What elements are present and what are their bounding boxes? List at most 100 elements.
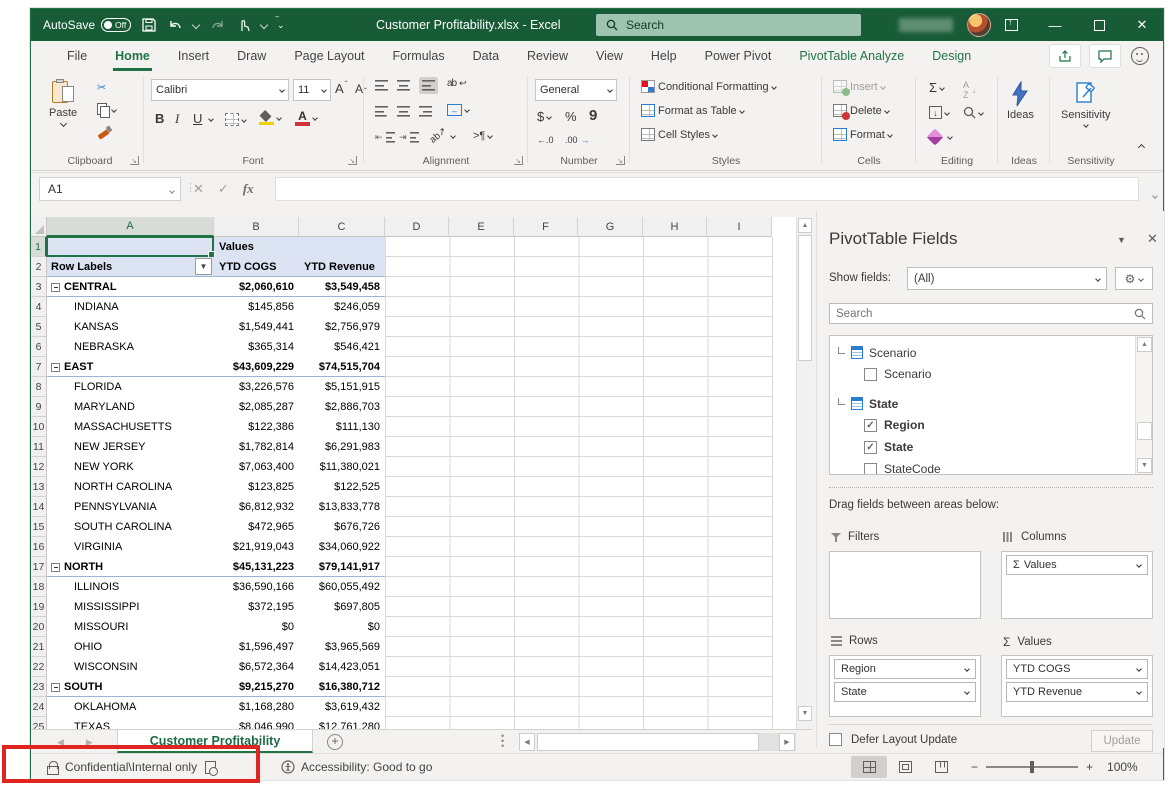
middle-align-button[interactable] <box>397 80 410 91</box>
row-header-1[interactable]: 1 <box>31 237 47 257</box>
row-header-19[interactable]: 19 <box>31 597 47 617</box>
ribbon-display-options-icon[interactable] <box>989 9 1033 41</box>
field-list[interactable]: ScenarioScenarioState✓Region✓StateStateC… <box>829 335 1153 475</box>
column-header-C[interactable]: C <box>299 217 385 237</box>
row-header-12[interactable]: 12 <box>31 457 47 477</box>
pivot-row-virginia[interactable]: VIRGINIA$21,919,043$34,060,922 <box>47 537 385 557</box>
row-header-3[interactable]: 3 <box>31 277 47 297</box>
columns-area[interactable]: ΣValues <box>1001 551 1153 619</box>
row-header-13[interactable]: 13 <box>31 477 47 497</box>
filters-area[interactable] <box>829 551 981 619</box>
pivot-row-kansas[interactable]: KANSAS$1,549,441$2,756,979 <box>47 317 385 337</box>
page-layout-view-button[interactable] <box>887 756 923 778</box>
scroll-down-icon[interactable]: ▼ <box>798 706 812 721</box>
row-header-4[interactable]: 4 <box>31 297 47 317</box>
tab-help[interactable]: Help <box>637 41 691 71</box>
comments-button[interactable] <box>1089 44 1121 68</box>
column-header-E[interactable]: E <box>449 217 514 237</box>
dropdown-icon[interactable] <box>1136 562 1142 568</box>
font-dialog-launcher-icon[interactable] <box>348 156 357 165</box>
checkbox-region[interactable]: ✓ <box>864 419 877 432</box>
collapse-ribbon-icon[interactable] <box>1139 145 1144 150</box>
pivot-row-missouri[interactable]: MISSOURI$0$0 <box>47 617 385 637</box>
tab-pivottable-analyze[interactable]: PivotTable Analyze <box>785 41 918 71</box>
field-list-scroll-down-icon[interactable]: ▼ <box>1137 458 1152 473</box>
fields-search-input[interactable]: Search <box>829 303 1153 324</box>
grow-font-button[interactable]: Aˆ <box>335 81 347 96</box>
field-list-scroll-up-icon[interactable]: ▲ <box>1137 337 1152 352</box>
field-chip-state[interactable]: State <box>834 682 976 702</box>
worksheet-grid[interactable]: ABCDEFGHI 123456789101112131415161718192… <box>31 217 796 729</box>
find-select-button[interactable] <box>963 106 983 119</box>
row-header-16[interactable]: 16 <box>31 537 47 557</box>
dropdown-icon[interactable] <box>964 666 970 672</box>
row-header-24[interactable]: 24 <box>31 697 47 717</box>
row-header-15[interactable]: 15 <box>31 517 47 537</box>
pivot-row-wisconsin[interactable]: WISCONSIN$6,572,364$14,423,051 <box>47 657 385 677</box>
show-fields-dropdown[interactable]: (All) <box>907 267 1107 290</box>
dropdown-icon[interactable] <box>1136 666 1142 672</box>
insert-function-icon[interactable]: fx <box>243 181 254 197</box>
horizontal-scrollbar[interactable]: ◀ ▶ <box>519 733 796 751</box>
vertical-scrollbar[interactable]: ▲ ▼ <box>796 217 812 737</box>
alignment-dialog-launcher-icon[interactable] <box>514 156 523 165</box>
row-header-18[interactable]: 18 <box>31 577 47 597</box>
percent-style-button[interactable]: % <box>565 109 577 124</box>
pivot-row-new-jersey[interactable]: NEW JERSEY$1,782,814$6,291,983 <box>47 437 385 457</box>
tab-file[interactable]: File <box>53 41 101 71</box>
cut-button[interactable]: ✂ <box>97 81 106 94</box>
tab-power-pivot[interactable]: Power Pivot <box>691 41 786 71</box>
pivot-row-nebraska[interactable]: NEBRASKA$365,314$546,421 <box>47 337 385 357</box>
field-item-scenario[interactable]: Scenario <box>838 363 1132 385</box>
merge-center-button[interactable]: ↔ <box>447 104 469 116</box>
increase-indent-button[interactable]: ⇥ <box>399 132 419 143</box>
row-header-6[interactable]: 6 <box>31 337 47 357</box>
normal-view-button[interactable] <box>851 756 887 778</box>
collapse-icon[interactable] <box>51 683 60 692</box>
column-header-D[interactable]: D <box>385 217 449 237</box>
tab-design[interactable]: Design <box>918 41 985 71</box>
tab-insert[interactable]: Insert <box>164 41 223 71</box>
font-name-combo[interactable]: Calibri <box>151 79 289 101</box>
pivot-row-new-york[interactable]: NEW YORK$7,063,400$11,380,021 <box>47 457 385 477</box>
row-header-8[interactable]: 8 <box>31 377 47 397</box>
expand-formula-bar-icon[interactable] <box>1153 185 1157 203</box>
scroll-up-icon[interactable]: ▲ <box>798 218 812 233</box>
zoom-slider-thumb[interactable] <box>1030 761 1034 773</box>
formula-input[interactable] <box>275 177 1139 201</box>
scroll-left-icon[interactable]: ◀ <box>519 733 535 751</box>
row-header-20[interactable]: 20 <box>31 617 47 637</box>
clipboard-dialog-launcher-icon[interactable] <box>130 156 139 165</box>
field-item-state[interactable]: ✓State <box>838 436 1132 458</box>
row-header-11[interactable]: 11 <box>31 437 47 457</box>
page-break-view-button[interactable] <box>923 756 959 778</box>
ideas-button[interactable]: Ideas <box>1007 81 1034 121</box>
select-all-corner[interactable] <box>31 217 47 237</box>
tab-page-layout[interactable]: Page Layout <box>280 41 378 71</box>
row-header-7[interactable]: 7 <box>31 357 47 377</box>
cells-item-delete[interactable]: Delete <box>833 104 889 117</box>
row-header-25[interactable]: 25 <box>31 717 47 729</box>
column-header-F[interactable]: F <box>514 217 578 237</box>
zoom-in-icon[interactable]: + <box>1086 760 1093 774</box>
touch-mode-dropdown-icon[interactable] <box>260 21 268 29</box>
row-header-23[interactable]: 23 <box>31 677 47 697</box>
field-list-scrollbar[interactable]: ▲ ▼ <box>1135 336 1152 474</box>
pivot-row-central[interactable]: CENTRAL$2,060,610$3,549,458 <box>47 277 385 297</box>
user-avatar[interactable] <box>967 13 991 37</box>
touch-mode-icon[interactable] <box>235 17 251 33</box>
pivot-row-north-carolina[interactable]: NORTH CAROLINA$123,825$122,525 <box>47 477 385 497</box>
row-header-5[interactable]: 5 <box>31 317 47 337</box>
values-area[interactable]: YTD COGSYTD Revenue <box>1001 655 1153 717</box>
empty-cells-area[interactable] <box>385 237 773 729</box>
close-button[interactable]: ✕ <box>1120 9 1164 41</box>
number-format-combo[interactable]: General <box>535 79 617 101</box>
pane-close-icon[interactable]: ✕ <box>1147 231 1158 247</box>
row-header-14[interactable]: 14 <box>31 497 47 517</box>
pivot-row-mississippi[interactable]: MISSISSIPPI$372,195$697,805 <box>47 597 385 617</box>
pivot-row-texas[interactable]: TEXAS$8,046,990$12,761,280 <box>47 717 385 729</box>
sensitivity-button[interactable]: Sensitivity <box>1061 81 1111 127</box>
maximize-button[interactable] <box>1077 9 1121 41</box>
cells-item-format[interactable]: Format <box>833 128 892 141</box>
copy-button[interactable] <box>97 103 116 116</box>
